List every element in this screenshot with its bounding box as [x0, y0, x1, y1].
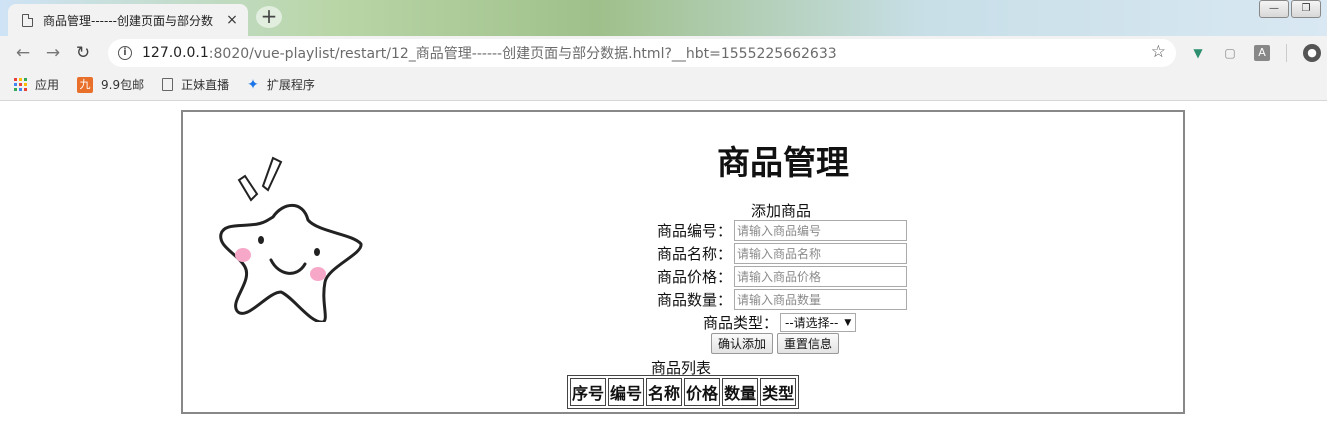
goods-manager-container: 商品管理 添加商品 商品编号： 商品名称： 商品价格： 商品数量： 商品类型： … — [181, 110, 1185, 414]
page-viewport: 商品管理 添加商品 商品编号： 商品名称： 商品价格： 商品数量： 商品类型： … — [0, 101, 1327, 448]
restore-button[interactable]: ❐ — [1291, 0, 1321, 18]
goods-price-input[interactable] — [734, 266, 908, 287]
toolbar-divider — [1286, 44, 1287, 62]
vue-devtools-icon[interactable]: ▼ — [1190, 45, 1206, 61]
url-path: :8020/vue-playlist/restart/12_商品管理------… — [208, 46, 837, 62]
minimize-button[interactable]: — — [1259, 0, 1289, 18]
browser-toolbar: ← → ↻ i 127.0.0.1:8020/vue-playlist/rest… — [0, 36, 1327, 69]
goods-id-label: 商品编号： — [657, 222, 733, 240]
dropdown-arrow-icon: ▼ — [844, 317, 852, 328]
lock-icon[interactable]: ▢ — [1222, 45, 1238, 61]
window-controls: — ❐ — [1259, 0, 1321, 18]
goods-quantity-label: 商品数量： — [657, 291, 733, 309]
extensions-area: ▼ ▢ A ● — [1190, 44, 1321, 62]
add-goods-caption: 添加商品 — [751, 202, 812, 220]
bookmark-live[interactable]: 正妹直播 — [162, 76, 229, 93]
tab-title: 商品管理------创建页面与部分数 — [43, 13, 213, 28]
column-header-index: 序号 — [570, 378, 607, 406]
goods-quantity-row: 商品数量： — [657, 289, 908, 310]
bookmark-label: 应用 — [35, 78, 60, 92]
bookmark-label: 9.9包邮 — [101, 78, 145, 92]
column-header-id: 编号 — [608, 378, 645, 406]
reset-button[interactable]: 重置信息 — [777, 333, 840, 354]
bookmarks-bar: 应用 九 9.9包邮 正妹直播 ✦ 扩展程序 — [0, 69, 1327, 101]
puzzle-icon: ✦ — [247, 76, 259, 93]
goods-name-input[interactable] — [734, 243, 908, 264]
apps-icon — [14, 78, 27, 91]
goods-name-row: 商品名称： — [657, 243, 908, 264]
tab-strip: 商品管理------创建页面与部分数 × + — ❐ — [0, 0, 1327, 36]
column-header-type: 类型 — [760, 378, 797, 406]
bookmark-extensions[interactable]: ✦ 扩展程序 — [247, 76, 315, 93]
star-mascot-image — [219, 156, 363, 322]
goods-name-label: 商品名称： — [657, 245, 733, 263]
goods-type-row: 商品类型： --请选择-- ▼ — [703, 312, 857, 333]
goods-table: 序号 编号 名称 价格 数量 类型 — [567, 375, 800, 409]
column-header-quantity: 数量 — [722, 378, 759, 406]
confirm-add-button[interactable]: 确认添加 — [711, 333, 774, 354]
forward-icon[interactable]: → — [38, 43, 68, 63]
form-actions: 确认添加 重置信息 — [711, 333, 840, 354]
back-icon[interactable]: ← — [8, 43, 38, 63]
account-icon[interactable]: ● — [1303, 44, 1321, 62]
page-icon — [162, 78, 174, 91]
bookmark-label: 正妹直播 — [181, 78, 230, 92]
goods-quantity-input[interactable] — [734, 289, 908, 310]
goods-price-row: 商品价格： — [657, 266, 908, 287]
goods-price-label: 商品价格： — [657, 268, 733, 286]
bookmark-apps[interactable]: 应用 — [14, 76, 59, 93]
new-tab-button[interactable]: + — [256, 6, 282, 28]
page-title: 商品管理 — [717, 143, 849, 182]
column-header-price: 价格 — [684, 378, 721, 406]
bookmark-9-9[interactable]: 九 9.9包邮 — [77, 76, 144, 93]
goods-type-selected: --请选择-- — [785, 316, 839, 330]
goods-type-label: 商品类型： — [703, 314, 779, 332]
close-icon[interactable]: × — [224, 12, 240, 28]
info-icon[interactable]: i — [118, 46, 132, 60]
translate-icon[interactable]: A — [1254, 45, 1270, 61]
goods-id-input[interactable] — [734, 220, 908, 241]
bookmark-label: 扩展程序 — [266, 78, 315, 92]
column-header-name: 名称 — [646, 378, 683, 406]
goods-id-row: 商品编号： — [657, 220, 908, 241]
jiu-icon: 九 — [77, 76, 94, 93]
address-bar[interactable]: i 127.0.0.1:8020/vue-playlist/restart/12… — [108, 39, 1176, 67]
url-host: 127.0.0.1 — [142, 45, 209, 61]
star-icon[interactable]: ☆ — [1151, 42, 1166, 62]
goods-type-select[interactable]: --请选择-- ▼ — [780, 313, 857, 332]
page-icon — [22, 13, 33, 27]
active-tab[interactable]: 商品管理------创建页面与部分数 × — [8, 4, 248, 36]
table-header-row: 序号 编号 名称 价格 数量 类型 — [570, 378, 797, 406]
reload-icon[interactable]: ↻ — [68, 43, 98, 63]
